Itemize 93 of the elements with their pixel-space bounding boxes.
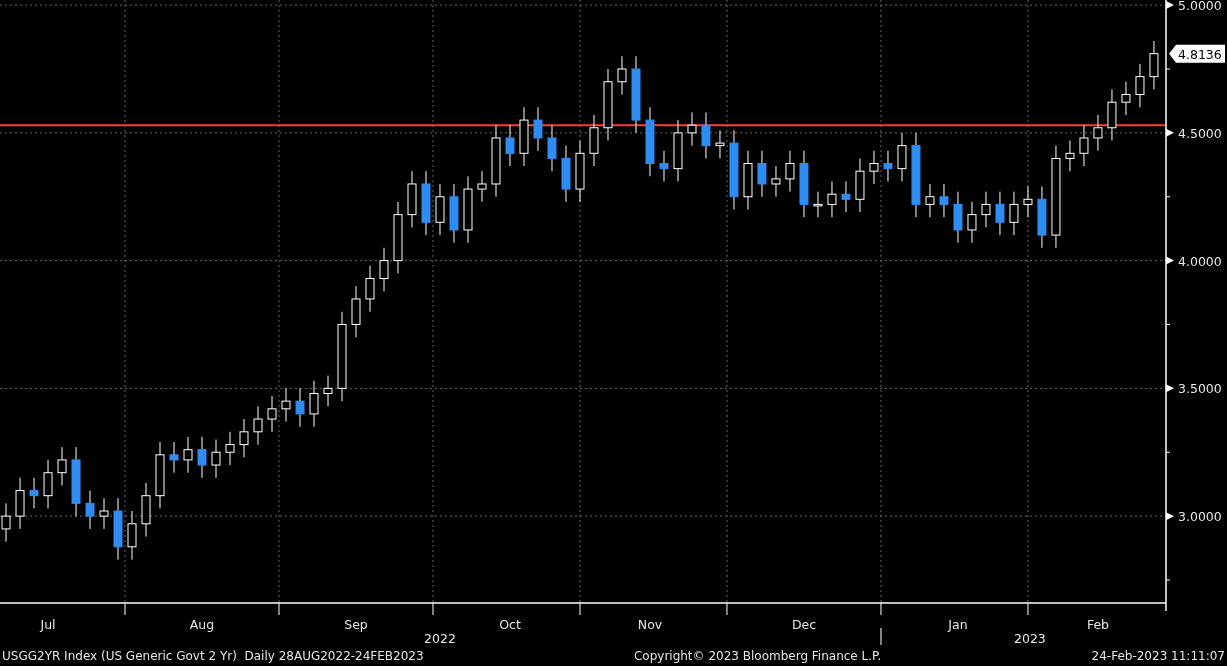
candlestick [1037,186,1047,249]
candlestick [617,55,627,96]
x-tick-label: Oct [499,617,521,632]
candlestick [127,510,137,561]
candlestick [855,157,865,213]
candlestick [197,436,207,479]
candlestick [533,106,543,152]
candlestick [995,191,1005,236]
candlestick [967,201,977,244]
candlestick [827,180,837,218]
candlestick [449,183,459,244]
candlestick [379,247,389,292]
candlestick [113,497,123,561]
candlestick [813,191,823,218]
candlestick [715,129,725,159]
candlestick [267,395,277,433]
candlestick [281,387,291,423]
candlestick [841,180,851,213]
timestamp: 24-Feb-2023 11:11:07 [1091,648,1225,663]
candlestick [743,150,753,210]
candlestick [463,175,473,244]
candlestick [155,441,165,509]
last-price-tag: 4.8136 [1169,44,1225,63]
candlestick [323,375,333,407]
candlestick [589,114,599,167]
candlestick [673,119,683,182]
candlestick [239,418,249,458]
copyright-text: Copyright© 2023 Bloomberg Finance L.P. [633,648,882,663]
candlestick [407,170,417,228]
candlestick [939,183,949,218]
candlestick [1009,191,1019,236]
y-tick-label: 3.5000 [1178,381,1222,397]
candlestick [309,380,319,428]
candlestick [869,150,879,185]
candlestick [295,387,305,428]
candlestick [253,405,263,446]
candlestick [71,446,81,517]
x-tick-label: Jul [40,617,56,632]
y-tick-label: 4.0000 [1178,253,1222,269]
candlestick [757,150,767,198]
x-tick-label: Nov [637,617,663,632]
candlestick [659,150,669,182]
candlestick [1107,88,1117,142]
y-tick-label: 5.0000 [1178,0,1222,14]
y-tick-label: 4.5000 [1178,125,1222,141]
candlestick [771,165,781,198]
candlestick [561,145,571,203]
candlestick [99,497,109,530]
candlestick [701,111,711,159]
candlestick [1149,40,1159,90]
candlestick [897,132,907,182]
year-label: 2023 [1014,631,1046,645]
x-tick-label: Feb [1086,617,1110,632]
candlestick [1093,114,1103,152]
candlestick [169,441,179,474]
candlestick [981,191,991,228]
x-tick-label: Sep [344,617,368,632]
candlestick [687,111,697,147]
candlestick [351,285,361,338]
candlestick [575,140,585,203]
candlestick [1023,186,1033,218]
candlestick [435,183,445,236]
candlestick [85,490,95,530]
candlestick [365,265,375,313]
candlestick [225,431,235,466]
candlestick [1121,81,1131,116]
candlestick [785,150,795,193]
candlestick [505,124,515,167]
security-description: USGG2YR Index (US Generic Govt 2 Yr) Daily 28AUG2022-24FEB2023 [2,648,424,663]
candlestick [211,438,221,479]
candlestick [421,170,431,236]
candlestick [1065,140,1075,172]
candlestick [519,106,529,167]
x-tick-label: Aug [189,617,215,632]
candlestick [925,183,935,218]
candlestick [1079,124,1089,167]
candlestick [645,106,655,177]
x-tick-label: Dec [791,617,817,632]
candlestick [183,436,193,474]
x-tick-label: Jan [948,617,968,632]
candlestick [883,150,893,182]
year-label: 2022 [424,631,456,645]
candlestick [29,477,39,509]
candlestick [141,482,151,538]
candlestick [799,150,809,218]
candlestick [43,459,53,509]
candlestick [57,446,67,486]
candlestick [953,191,963,244]
y-tick-label: 3.0000 [1178,509,1222,525]
candlestick [1135,63,1145,108]
candlestick [477,170,487,203]
candlestick [547,124,557,172]
candlestick [15,477,25,530]
